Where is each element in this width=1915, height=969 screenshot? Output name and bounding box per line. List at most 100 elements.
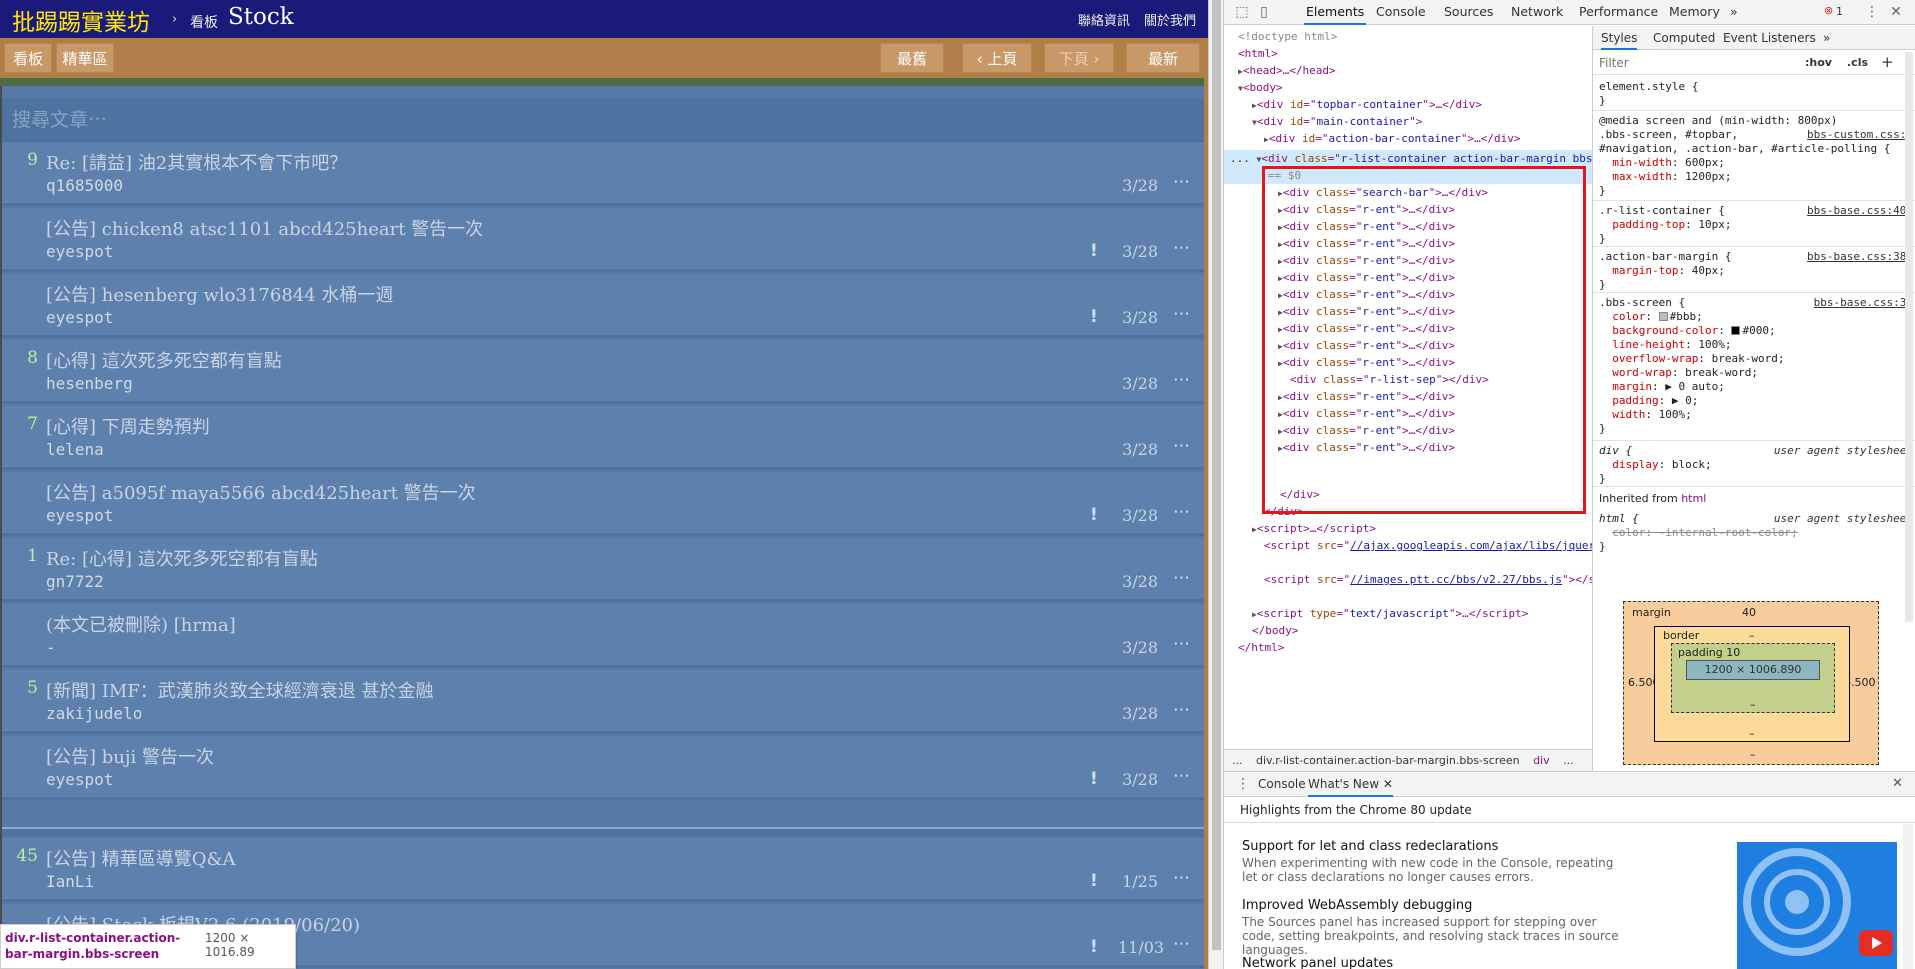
box-model-padding-label[interactable]: padding 10 <box>1678 646 1740 659</box>
cls-toggle[interactable]: .cls <box>1847 56 1868 69</box>
post-row[interactable]: 7 [心得] 下周走勢預判 lelena 3/28 ⋯ <box>2 406 1204 470</box>
post-title-link[interactable]: Re: [請益] 油2其實根本不會下市吧？ <box>46 149 347 175</box>
digest-button[interactable]: 精華區 <box>56 43 114 73</box>
youtube-play-icon[interactable] <box>1859 930 1893 956</box>
prev-page-button[interactable]: ‹ 上頁 <box>962 43 1032 73</box>
rule-bbs-screen[interactable]: .bbs-screen {bbs-base.css:38 color: #bbb… <box>1599 296 1913 436</box>
tab-elements[interactable]: Elements <box>1304 0 1367 25</box>
post-row[interactable]: [公告] chicken8 atsc1101 abcd425heart 警告一次… <box>2 208 1204 272</box>
drawer-menu-icon[interactable]: ⋮ <box>1236 776 1250 792</box>
styles-filter-input[interactable] <box>1599 55 1779 71</box>
next-page-button[interactable]: 下頁 › <box>1044 43 1114 73</box>
box-model-border-bottom[interactable]: – <box>1749 727 1755 740</box>
rule-html-ua[interactable]: html {user agent stylesheet color: -inte… <box>1599 512 1913 554</box>
post-title-link[interactable]: [公告] hesenberg wlo3176844 水桶一週 <box>46 281 393 307</box>
breadcrumb-selected[interactable]: div.r-list-container.action-bar-margin.b… <box>1256 754 1520 767</box>
post-title-link[interactable]: [公告] a5095f maya5566 abcd425heart 警告一次 <box>46 479 476 505</box>
more-tabs-button[interactable]: » <box>1728 0 1740 25</box>
post-row[interactable]: [公告] hesenberg wlo3176844 水桶一週 eyespot! 3/… <box>2 274 1204 338</box>
new-rule-button[interactable]: + <box>1881 53 1894 71</box>
page-scrollbar[interactable] <box>1208 0 1224 969</box>
post-row[interactable]: 8 [心得] 這次死多死空都有盲點 hesenberg 3/28 ⋯ <box>2 340 1204 404</box>
search-input[interactable] <box>12 107 712 133</box>
post-menu-icon[interactable]: ⋯ <box>1173 934 1191 954</box>
pinned-post-row[interactable]: 45 [公告] 精華區導覽Q&A IanLi! 1/25 ⋯ <box>2 838 1204 902</box>
whats-new-item-title[interactable]: Support for let and class redeclarations <box>1242 839 1498 854</box>
site-title-link[interactable]: 批踢踢實業坊 <box>12 3 150 37</box>
post-title-link[interactable]: [心得] 這次死多死空都有盲點 <box>46 347 282 373</box>
post-title-link[interactable]: (本文已被刪除) [hrma] <box>46 611 236 637</box>
post-menu-icon[interactable]: ⋯ <box>1173 766 1191 786</box>
dom-topbar-node[interactable]: ▶<div id="topbar-container">…</div> <box>1252 96 1482 113</box>
newest-button[interactable]: 最新 <box>1126 43 1200 73</box>
rule-bbs-custom[interactable]: @media screen and (min-width: 800px) .bbs… <box>1599 114 1913 198</box>
post-title-link[interactable]: Re: [心得] 這次死多死空都有盲點 <box>46 545 318 571</box>
dom-script-bbs[interactable]: <script src="//images.ptt.cc/bbs/v2.27/b… <box>1264 571 1592 588</box>
post-title-link[interactable]: [公告] buji 警告一次 <box>46 743 214 769</box>
box-model-content[interactable]: 1200 × 1006.890 <box>1686 660 1820 680</box>
whats-new-item-title[interactable]: Improved WebAssembly debugging <box>1242 898 1472 913</box>
post-title-link[interactable]: [公告] 精華區導覽Q&A <box>46 845 236 871</box>
oldest-button[interactable]: 最舊 <box>880 43 944 73</box>
post-menu-icon[interactable]: ⋯ <box>1173 868 1191 888</box>
dom-selected-node[interactable]: ... ▼<div class="r-list-container action… <box>1230 150 1592 167</box>
tab-event-listeners[interactable]: Event Listeners <box>1723 26 1816 50</box>
close-drawer-icon[interactable]: ✕ <box>1892 776 1903 791</box>
dom-head-node[interactable]: ▶<head>…</head> <box>1238 62 1336 79</box>
drawer-tab-console[interactable]: Console <box>1258 777 1306 791</box>
post-title-link[interactable]: [新聞] IMF：武漢肺炎致全球經濟衰退 甚於金融 <box>46 677 434 703</box>
post-menu-icon[interactable]: ⋯ <box>1173 370 1191 390</box>
tab-memory[interactable]: Memory <box>1667 0 1722 25</box>
rule-r-list-container[interactable]: .r-list-container {bbs-base.css:409 padd… <box>1599 204 1913 246</box>
tab-sources[interactable]: Sources <box>1442 0 1495 25</box>
post-row[interactable]: 9 Re: [請益] 油2其實根本不會下市吧？ q1685000 3/28 ⋯ <box>2 142 1204 206</box>
contact-link[interactable]: 聯絡資訊 <box>1078 14 1130 29</box>
close-tab-icon[interactable]: ✕ <box>1383 777 1393 791</box>
hov-toggle[interactable]: :hov <box>1805 56 1832 69</box>
post-title-link[interactable]: [心得] 下周走勢預判 <box>46 413 210 439</box>
post-row[interactable]: 5 [新聞] IMF：武漢肺炎致全球經濟衰退 甚於金融 zakijudelo 3/28… <box>2 670 1204 734</box>
post-menu-icon[interactable]: ⋯ <box>1173 502 1191 522</box>
box-model-margin-top[interactable]: 40 <box>1742 606 1756 619</box>
post-row[interactable]: (本文已被刪除) [hrma] - 3/28 ⋯ <box>2 604 1204 668</box>
breadcrumb-more-right[interactable]: ... <box>1563 754 1574 767</box>
rule-div-ua[interactable]: div {user agent stylesheet display: bloc… <box>1599 444 1913 486</box>
styles-more-tabs[interactable]: » <box>1823 26 1830 50</box>
post-row[interactable]: 1 Re: [心得] 這次死多死空都有盲點 gn7722 3/28 ⋯ <box>2 538 1204 602</box>
post-menu-icon[interactable]: ⋯ <box>1173 304 1191 324</box>
box-model-padding-bottom[interactable]: – <box>1750 698 1756 711</box>
rule-action-bar-margin[interactable]: .action-bar-margin {bbs-base.css:386 mar… <box>1599 250 1913 292</box>
dom-main-node[interactable]: ▼<div id="main-container"> <box>1252 113 1422 130</box>
tab-computed[interactable]: Computed <box>1653 26 1715 50</box>
dom-script-inline[interactable]: ▶<script type="text/javascript">…</scrip… <box>1252 605 1528 622</box>
drawer-scrollbar[interactable] <box>1903 824 1913 969</box>
whats-new-video-thumbnail[interactable] <box>1737 842 1897 969</box>
whats-new-item-title[interactable]: Network panel updates <box>1242 956 1393 969</box>
post-menu-icon[interactable]: ⋯ <box>1173 238 1191 258</box>
dom-script-node[interactable]: ▶<script>…</script> <box>1252 520 1376 537</box>
post-menu-icon[interactable]: ⋯ <box>1173 634 1191 654</box>
board-button[interactable]: 看板 <box>4 43 52 73</box>
close-devtools-icon[interactable]: ✕ <box>1888 4 1904 20</box>
dom-html-node[interactable]: <html> <box>1238 45 1278 62</box>
post-title-link[interactable]: [公告] chicken8 atsc1101 abcd425heart 警告一次 <box>46 215 483 241</box>
post-row[interactable]: [公告] a5095f maya5566 abcd425heart 警告一次 ey… <box>2 472 1204 536</box>
dom-script-jquery[interactable]: <script src="//ajax.googleapis.com/ajax/… <box>1264 537 1592 554</box>
rule-element-style[interactable]: element.style {} <box>1599 80 1909 108</box>
tab-styles[interactable]: Styles <box>1601 26 1638 50</box>
drawer-tab-whats-new[interactable]: What's New ✕ <box>1308 772 1393 797</box>
styles-scrollbar[interactable] <box>1905 52 1913 622</box>
more-options-icon[interactable]: ⋮ <box>1864 4 1880 20</box>
post-row[interactable]: [公告] buji 警告一次 eyespot! 3/28 ⋯ <box>2 736 1204 800</box>
post-menu-icon[interactable]: ⋯ <box>1173 436 1191 456</box>
scrollbar-thumb[interactable] <box>1212 0 1221 950</box>
dom-actionbar-node[interactable]: ▶<div id="action-bar-container">…</div> <box>1264 130 1521 147</box>
dom-body-node[interactable]: ▼<body> <box>1238 79 1283 96</box>
post-menu-icon[interactable]: ⋯ <box>1173 568 1191 588</box>
device-toolbar-icon[interactable]: ▯ <box>1256 4 1272 20</box>
post-menu-icon[interactable]: ⋯ <box>1173 700 1191 720</box>
box-model-border-top[interactable]: – <box>1749 629 1755 642</box>
tab-performance[interactable]: Performance <box>1577 0 1660 25</box>
inspect-element-icon[interactable]: ⬚ <box>1234 4 1250 20</box>
tab-console[interactable]: Console <box>1374 0 1428 25</box>
